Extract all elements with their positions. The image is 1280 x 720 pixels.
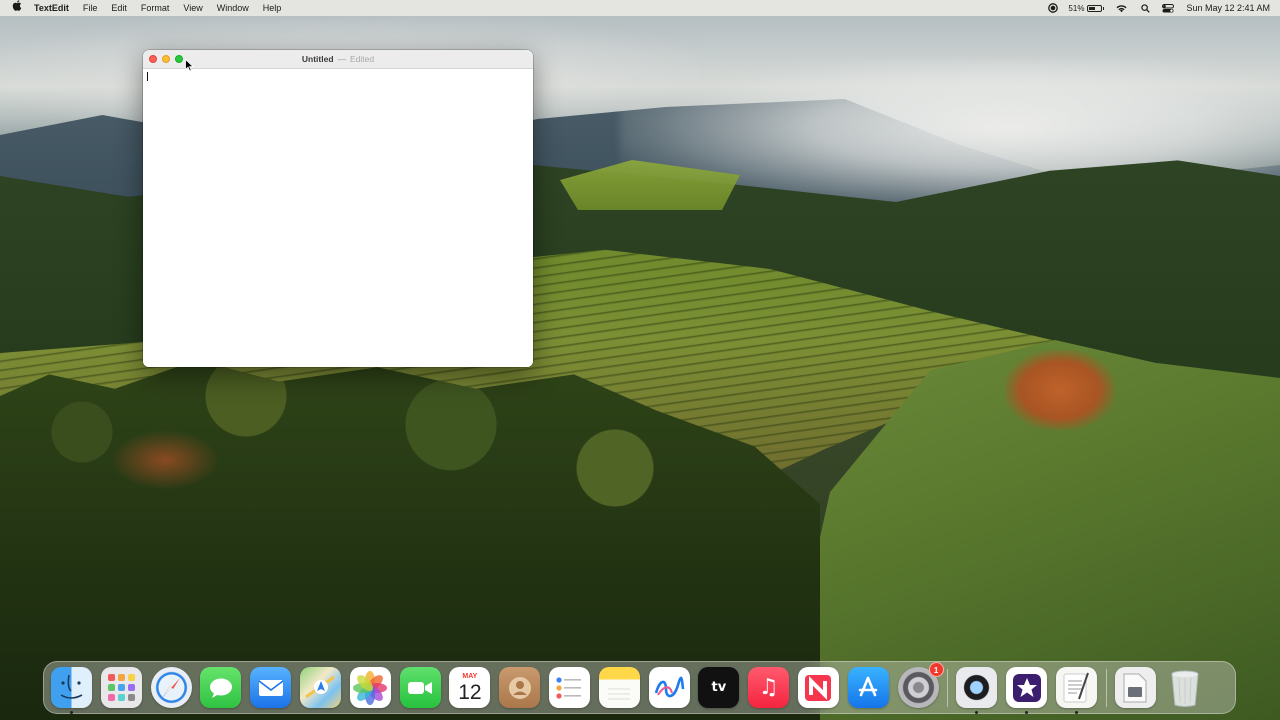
message-bubble-icon bbox=[209, 678, 232, 698]
news-icon bbox=[805, 674, 832, 701]
dock-photos[interactable] bbox=[349, 667, 391, 708]
menu-window[interactable]: Window bbox=[217, 3, 249, 13]
mouse-pointer-icon bbox=[185, 59, 194, 72]
trash-icon bbox=[1171, 670, 1199, 707]
contact-person-icon bbox=[508, 676, 531, 699]
dock-safari[interactable] bbox=[150, 667, 192, 708]
calendar-month: MAY bbox=[462, 673, 478, 680]
dock: MAY 12 tv ♫ 1 bbox=[43, 661, 1236, 714]
calendar-day: 12 bbox=[458, 681, 482, 704]
dock-quicktime[interactable] bbox=[956, 667, 998, 714]
imovie-star-icon bbox=[1012, 673, 1041, 702]
map-pin-icon bbox=[305, 675, 335, 699]
dock-trash[interactable] bbox=[1165, 667, 1206, 708]
dock-launchpad[interactable] bbox=[100, 667, 142, 708]
window-titlebar[interactable]: Untitled — Edited bbox=[143, 50, 533, 69]
dock-system-settings[interactable]: 1 bbox=[897, 662, 944, 708]
menu-file[interactable]: File bbox=[83, 3, 98, 13]
battery-percent: 51% bbox=[1068, 3, 1085, 13]
spotlight-icon[interactable] bbox=[1141, 3, 1151, 13]
dock-imovie[interactable] bbox=[1006, 667, 1048, 714]
notification-badge: 1 bbox=[928, 662, 944, 677]
menu-app-name[interactable]: TextEdit bbox=[34, 3, 69, 13]
dock-tv[interactable]: tv bbox=[698, 667, 740, 708]
dock-maps[interactable] bbox=[299, 667, 341, 708]
control-center-icon[interactable] bbox=[1162, 3, 1175, 13]
app-store-icon bbox=[858, 676, 878, 696]
running-indicator bbox=[70, 711, 73, 714]
photos-flower-icon bbox=[353, 670, 388, 705]
running-indicator bbox=[1074, 711, 1078, 714]
running-indicator bbox=[1025, 711, 1029, 714]
zoom-button[interactable] bbox=[175, 55, 183, 63]
wallpaper-red-soil bbox=[110, 430, 220, 490]
freeform-scribble-icon bbox=[654, 676, 685, 697]
dock-mail[interactable] bbox=[250, 667, 292, 708]
dock-app-store[interactable] bbox=[847, 667, 889, 708]
menu-view[interactable]: View bbox=[183, 3, 202, 13]
finder-icon bbox=[60, 674, 83, 699]
dock-separator bbox=[947, 668, 949, 707]
video-camera-icon bbox=[408, 681, 433, 694]
envelope-icon bbox=[258, 679, 284, 696]
dock-contacts[interactable] bbox=[499, 667, 541, 708]
running-indicator bbox=[975, 711, 979, 714]
dock-freeform[interactable] bbox=[648, 667, 690, 708]
window-title: Untitled bbox=[301, 54, 334, 64]
notes-lines-icon bbox=[608, 688, 631, 699]
checklist-icon bbox=[556, 676, 582, 699]
dock-music[interactable]: ♫ bbox=[748, 667, 790, 708]
safari-compass-icon bbox=[156, 672, 187, 703]
battery-level-fill bbox=[1089, 6, 1096, 10]
wifi-icon[interactable] bbox=[1116, 4, 1127, 13]
textedit-document-icon bbox=[1063, 672, 1090, 702]
menu-bar-left: TextEdit File Edit Format View Window He… bbox=[12, 0, 295, 16]
menu-help[interactable]: Help bbox=[263, 3, 282, 13]
dock-textedit[interactable] bbox=[1055, 667, 1097, 714]
launchpad-icon bbox=[107, 674, 135, 701]
menu-edit[interactable]: Edit bbox=[111, 3, 127, 13]
dock-notes[interactable] bbox=[598, 667, 640, 708]
menu-format[interactable]: Format bbox=[141, 3, 170, 13]
text-caret bbox=[147, 72, 148, 81]
tv-label: tv bbox=[711, 680, 727, 695]
battery-icon bbox=[1087, 4, 1105, 12]
dock-reminders[interactable] bbox=[548, 667, 590, 708]
record-icon[interactable] bbox=[1048, 3, 1059, 13]
textedit-window[interactable]: Untitled — Edited bbox=[143, 50, 533, 367]
dock-messages[interactable] bbox=[200, 667, 242, 708]
downloads-folder-icon bbox=[1123, 673, 1147, 702]
music-note-icon: ♫ bbox=[758, 675, 779, 700]
document-text-area[interactable] bbox=[143, 69, 533, 367]
close-button[interactable] bbox=[149, 55, 157, 63]
menu-bar: TextEdit File Edit Format View Window He… bbox=[0, 0, 1280, 16]
window-controls bbox=[149, 55, 183, 63]
dock-calendar[interactable]: MAY 12 bbox=[449, 667, 491, 708]
window-title-separator: — bbox=[337, 54, 347, 64]
dock-news[interactable] bbox=[797, 667, 839, 708]
wallpaper-autumn-tree bbox=[1005, 350, 1115, 430]
dock-separator bbox=[1105, 668, 1107, 707]
apple-icon[interactable] bbox=[12, 0, 22, 16]
dock-downloads-stack[interactable] bbox=[1114, 667, 1156, 708]
dock-finder[interactable] bbox=[51, 667, 92, 714]
menu-clock[interactable]: Sun May 12 2:41 AM bbox=[1186, 3, 1270, 13]
battery-status[interactable]: 51% bbox=[1068, 3, 1105, 13]
dock-facetime[interactable] bbox=[399, 667, 441, 708]
window-edited-label: Edited bbox=[350, 54, 375, 64]
menu-bar-status: 51% Sun May 12 2:41 AM bbox=[1038, 3, 1270, 13]
minimize-button[interactable] bbox=[162, 55, 170, 63]
